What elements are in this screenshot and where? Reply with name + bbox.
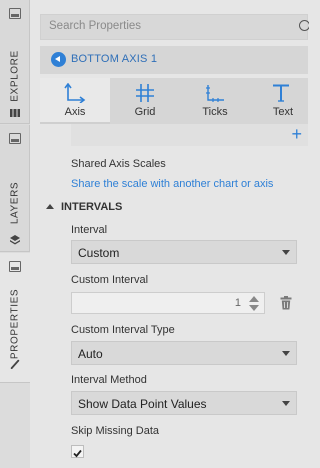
search-input[interactable]: Search Properties (49, 20, 141, 32)
custom-interval-input[interactable]: 1 (71, 292, 265, 314)
chevron-down-icon (282, 250, 290, 255)
interval-method-select[interactable]: Show Data Point Values (71, 391, 297, 415)
axis-icon (64, 83, 86, 103)
data-icon (10, 109, 20, 117)
interval-method-label: Interval Method (71, 374, 147, 386)
share-scale-link[interactable]: Share the scale with another chart or ax… (71, 178, 273, 190)
tab-text[interactable]: Text (250, 78, 308, 124)
intervals-section-title[interactable]: INTERVALS (61, 201, 122, 213)
custom-interval-type-label: Custom Interval Type (71, 324, 175, 336)
page-title: BOTTOM AXIS 1 (71, 53, 158, 65)
properties-content: + Shared Axis Scales Share the scale wit… (40, 124, 308, 468)
property-tabs: Axis Grid Ticks Text (40, 78, 308, 124)
properties-panel: Search Properties BOTTOM AXIS 1 Axis Gri… (30, 0, 309, 468)
chevron-down-icon (282, 401, 290, 406)
search-box[interactable]: Search Properties (40, 14, 309, 40)
collapsed-row: + (71, 124, 308, 146)
custom-interval-label: Custom Interval (71, 274, 149, 286)
text-icon (273, 84, 289, 102)
tab-grid-label: Grid (134, 106, 156, 118)
back-arrow-icon[interactable] (51, 52, 66, 67)
tab-ticks-label: Ticks (202, 106, 228, 118)
tab-layers-label: LAYERS (9, 181, 21, 225)
tab-properties-label: PROPERTIES (9, 288, 21, 360)
trash-icon[interactable] (280, 296, 292, 310)
brush-icon (10, 359, 20, 369)
grid-icon (136, 84, 154, 102)
skip-missing-checkbox[interactable] (71, 445, 84, 458)
ticks-icon (206, 85, 224, 102)
layers-icon (10, 235, 20, 245)
tab-grid[interactable]: Grid (110, 78, 180, 124)
side-tab-strip: EXPLORE LAYERS PROPERTIES (0, 0, 30, 468)
chevron-down-icon (282, 351, 290, 356)
panel-icon (9, 133, 21, 144)
panel-icon (9, 261, 21, 272)
checkmark-icon (73, 449, 82, 458)
interval-method-value: Show Data Point Values (78, 397, 207, 411)
tab-axis-label: Axis (64, 106, 86, 118)
number-stepper-icon[interactable] (248, 296, 260, 311)
add-icon[interactable]: + (291, 125, 302, 143)
custom-interval-type-select[interactable]: Auto (71, 341, 297, 365)
search-icon[interactable] (297, 19, 309, 33)
panel-icon (9, 8, 21, 19)
skip-missing-label: Skip Missing Data (71, 425, 160, 437)
tab-ticks[interactable]: Ticks (180, 78, 250, 124)
custom-interval-type-value: Auto (78, 347, 103, 361)
shared-axis-label: Shared Axis Scales (71, 158, 166, 170)
interval-label: Interval (71, 224, 108, 236)
tab-explore-label: EXPLORE (9, 50, 21, 102)
tab-explore[interactable]: EXPLORE (0, 0, 30, 124)
interval-value: Custom (78, 246, 120, 260)
tab-properties[interactable]: PROPERTIES (0, 253, 30, 383)
custom-interval-value: 1 (234, 297, 241, 309)
collapse-arrow-icon[interactable] (46, 204, 54, 209)
interval-select[interactable]: Custom (71, 240, 297, 264)
tab-text-label: Text (272, 106, 294, 118)
breadcrumb: BOTTOM AXIS 1 (40, 46, 308, 74)
tab-axis[interactable]: Axis (40, 78, 110, 124)
tab-layers[interactable]: LAYERS (0, 125, 30, 252)
